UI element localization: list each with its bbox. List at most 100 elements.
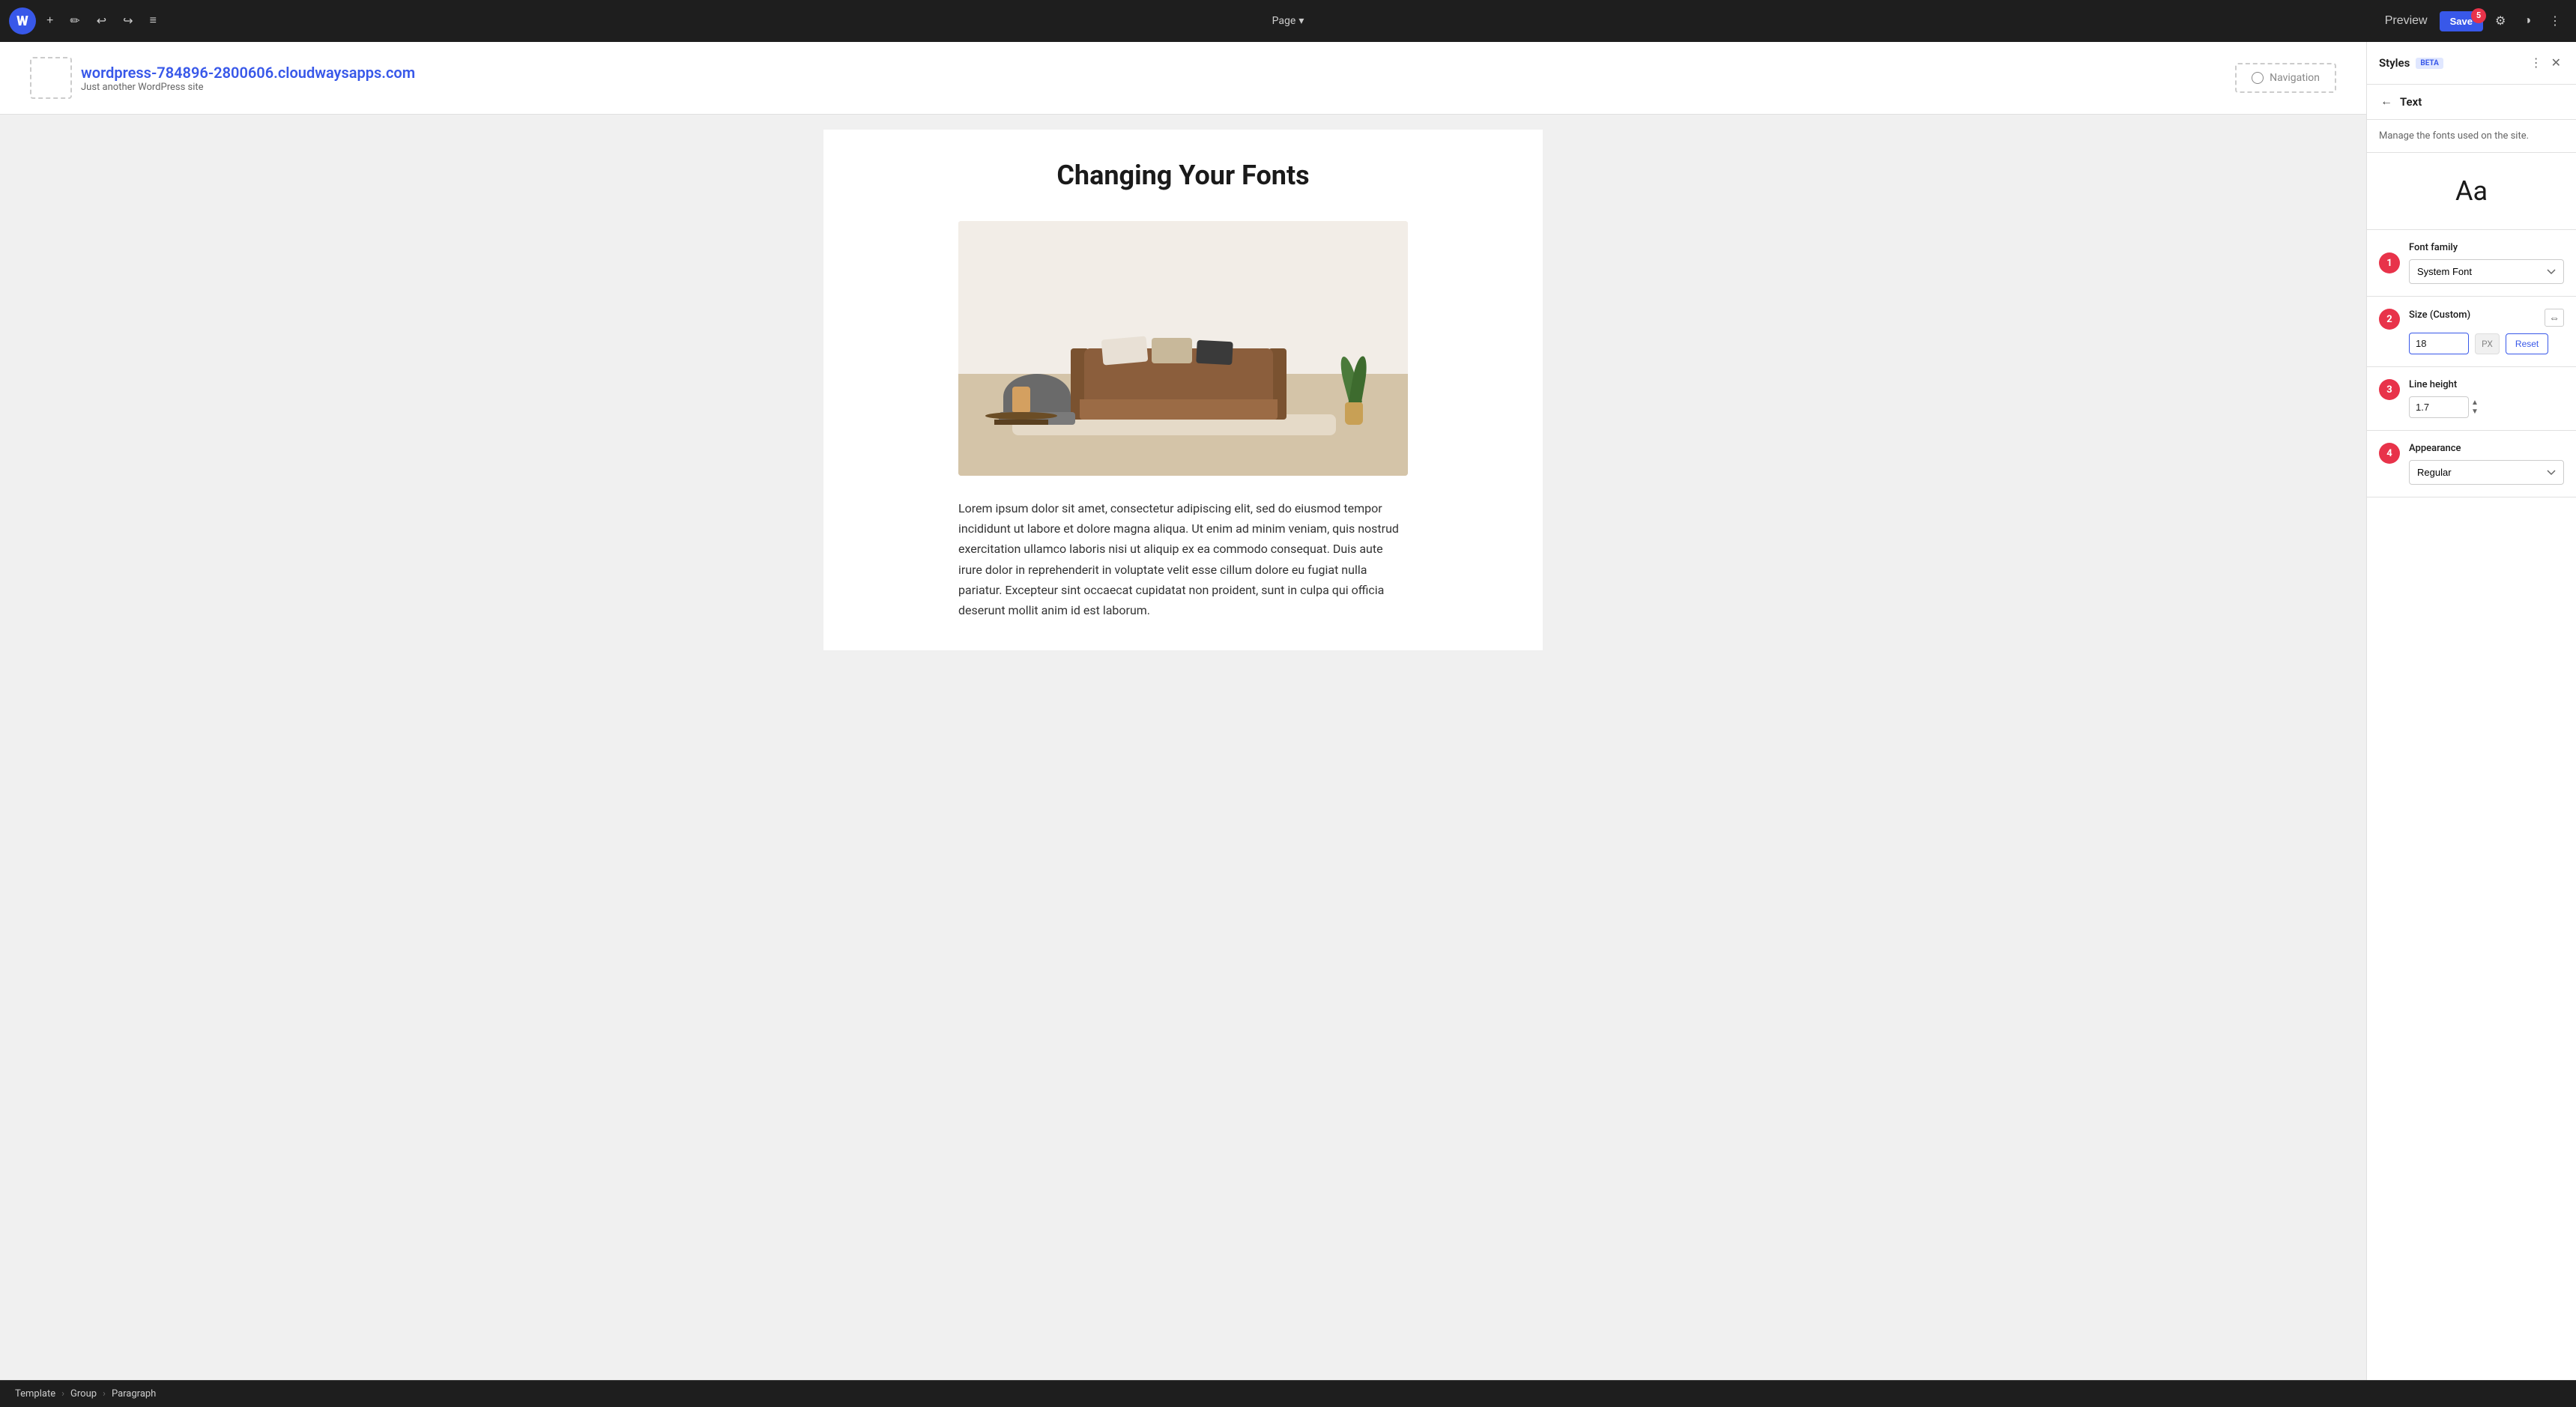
navigation-block[interactable]: Navigation — [2235, 63, 2336, 93]
featured-image — [958, 221, 1408, 476]
contrast-button[interactable]: ◑ — [2518, 10, 2537, 32]
site-tagline: Just another WordPress site — [81, 82, 415, 93]
list-view-button[interactable]: ≡ — [144, 10, 163, 32]
toolbar-center: Page ▾ — [1272, 15, 1304, 27]
more-icon: ⋮ — [2549, 13, 2561, 28]
breadcrumb-paragraph[interactable]: Paragraph — [112, 1388, 156, 1400]
breadcrumb-sep-1: › — [61, 1388, 64, 1400]
back-icon: ← — [2380, 95, 2392, 108]
line-height-input[interactable] — [2409, 396, 2469, 418]
beta-badge: Beta — [2416, 58, 2443, 69]
size-input[interactable] — [2409, 333, 2469, 354]
panel-more-button[interactable]: ⋮ — [2527, 52, 2545, 73]
panel-header-actions: ⋮ ✕ — [2527, 52, 2564, 73]
appearance-section: 4 Appearance Regular — [2367, 431, 2576, 497]
toolbar-right: Preview Save 5 ⚙ ◑ ⋮ — [2379, 9, 2567, 33]
preview-button[interactable]: Preview — [2379, 10, 2434, 32]
site-header: wordpress-784896-2800606.cloudwaysapps.c… — [0, 42, 2366, 115]
side-table — [994, 420, 1048, 425]
save-button-wrap: Save 5 — [2440, 11, 2483, 31]
redo-icon: ↪ — [123, 13, 133, 28]
editor-area: wordpress-784896-2800606.cloudwaysapps.c… — [0, 42, 2366, 1380]
font-preview-text: Aa — [2455, 175, 2488, 207]
panel-more-icon: ⋮ — [2530, 57, 2542, 70]
navigation-label: Navigation — [2270, 72, 2320, 84]
panel-header: Styles Beta ⋮ ✕ — [2367, 42, 2576, 85]
reset-button[interactable]: Reset — [2506, 333, 2548, 354]
page-selector[interactable]: Page ▾ — [1272, 15, 1304, 27]
step-badge-3: 3 — [2379, 379, 2400, 400]
page-content: Changing Your Fonts — [823, 130, 1543, 650]
panel-title-row: Styles Beta — [2379, 56, 2443, 70]
vase — [1012, 387, 1030, 412]
undo-icon: ↩ — [97, 13, 106, 28]
nav-circle-icon — [2252, 72, 2264, 84]
font-family-select[interactable]: System Font — [2409, 259, 2564, 284]
list-icon: ≡ — [150, 14, 157, 28]
size-unit-toggle[interactable]: ⇔ — [2545, 309, 2564, 327]
spinner-down[interactable]: ▼ — [2469, 408, 2481, 417]
save-label: Save — [2450, 16, 2473, 27]
pillow3 — [1196, 340, 1233, 365]
breadcrumb-template[interactable]: Template — [15, 1388, 55, 1400]
toolbar-left: W + ✏ ↩ ↪ ≡ — [9, 7, 163, 34]
wp-logo[interactable]: W — [9, 7, 36, 34]
font-preview: Aa — [2367, 153, 2576, 230]
size-icon: ⇔ — [2549, 312, 2560, 324]
contrast-icon: ◑ — [2524, 14, 2531, 28]
add-icon: + — [46, 14, 53, 28]
appearance-select[interactable]: Regular — [2409, 460, 2564, 485]
panel-sub-header: ← Text — [2367, 85, 2576, 120]
breadcrumb-group[interactable]: Group — [70, 1388, 97, 1400]
step-badge-2: 2 — [2379, 309, 2400, 330]
line-height-section: 3 Line height ▲ ▼ — [2367, 367, 2576, 431]
unit-label: PX — [2475, 333, 2500, 354]
right-panel: Styles Beta ⋮ ✕ ← Text Manage the fonts … — [2366, 42, 2576, 1380]
size-section: 2 Size (Custom) ⇔ PX Reset — [2367, 297, 2576, 367]
plant-right — [1336, 336, 1372, 425]
chevron-down-icon: ▾ — [1298, 15, 1304, 27]
site-branding: wordpress-784896-2800606.cloudwaysapps.c… — [30, 57, 415, 99]
page-title: Changing Your Fonts — [853, 160, 1513, 191]
size-row: PX Reset — [2409, 333, 2564, 354]
wp-logo-text: W — [16, 13, 28, 29]
site-url[interactable]: wordpress-784896-2800606.cloudwaysapps.c… — [81, 64, 415, 82]
plant-pot — [1345, 402, 1363, 425]
toolbar: W + ✏ ↩ ↪ ≡ Page ▾ Preview Save — [0, 0, 2576, 42]
room-scene — [958, 221, 1408, 476]
spinner-buttons: ▲ ▼ — [2469, 399, 2481, 417]
breadcrumb-sep-2: › — [103, 1388, 106, 1400]
main-area: wordpress-784896-2800606.cloudwaysapps.c… — [0, 42, 2576, 1380]
body-text: Lorem ipsum dolor sit amet, consectetur … — [958, 498, 1408, 620]
settings-button[interactable]: ⚙ — [2489, 9, 2512, 33]
site-info: wordpress-784896-2800606.cloudwaysapps.c… — [81, 64, 415, 93]
size-label: Size (Custom) — [2409, 309, 2470, 321]
breadcrumb-bar: Template › Group › Paragraph — [0, 1380, 2576, 1407]
settings-icon: ⚙ — [2495, 13, 2506, 28]
more-options-button[interactable]: ⋮ — [2543, 9, 2567, 33]
site-logo — [30, 57, 72, 99]
redo-button[interactable]: ↪ — [117, 9, 139, 33]
edit-button[interactable]: ✏ — [64, 9, 85, 33]
page-label-text: Page — [1272, 15, 1296, 27]
preview-label: Preview — [2385, 14, 2428, 28]
line-height-label: Line height — [2409, 379, 2564, 390]
sub-panel-title: Text — [2400, 95, 2422, 109]
appearance-label: Appearance — [2409, 443, 2564, 454]
panel-description: Manage the fonts used on the site. — [2367, 120, 2576, 153]
line-height-wrap: ▲ ▼ — [2409, 396, 2564, 418]
spinner-up[interactable]: ▲ — [2469, 399, 2481, 408]
panel-title: Styles — [2379, 56, 2410, 70]
back-button[interactable]: ← — [2379, 94, 2394, 110]
save-badge: 5 — [2471, 8, 2486, 23]
pillow2 — [1152, 338, 1192, 363]
sofa-seat — [1080, 399, 1278, 420]
undo-button[interactable]: ↩ — [91, 9, 112, 33]
step-badge-4: 4 — [2379, 443, 2400, 464]
add-block-button[interactable]: + — [40, 10, 59, 32]
pillow1 — [1101, 336, 1149, 366]
panel-close-button[interactable]: ✕ — [2548, 52, 2564, 73]
step-badge-1: 1 — [2379, 252, 2400, 273]
close-icon: ✕ — [2551, 57, 2561, 70]
edit-icon: ✏ — [70, 13, 79, 28]
